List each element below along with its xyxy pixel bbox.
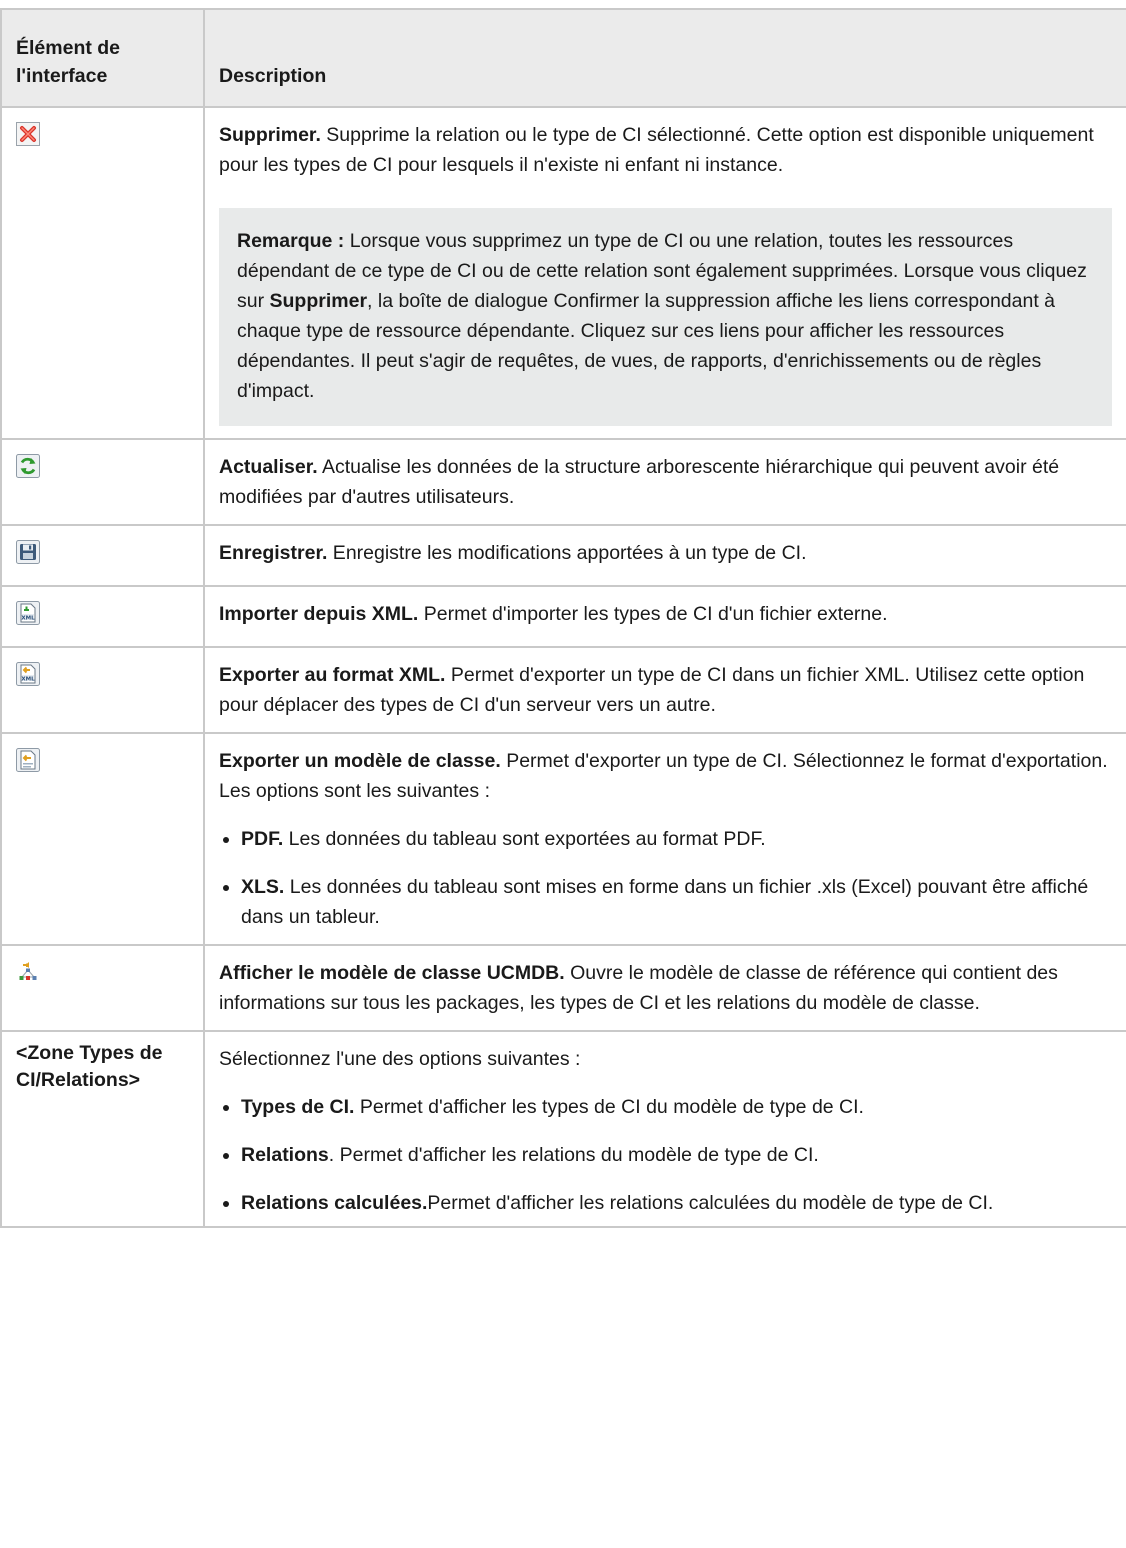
- show-model-description: Afficher le modèle de classe UCMDB. Ouvr…: [203, 944, 1126, 1032]
- refresh-icon[interactable]: [16, 454, 40, 478]
- delete-text: Supprime la relation ou le type de CI sé…: [219, 124, 1094, 176]
- list-item: Relations calculées.Permet d'afficher le…: [219, 1188, 1112, 1218]
- zone-options-list: Types de CI. Permet d'afficher les types…: [219, 1092, 1112, 1218]
- option-label: XLS.: [241, 876, 285, 898]
- option-text: Permet d'afficher les types de CI du mod…: [354, 1096, 864, 1118]
- import-xml-icon[interactable]: XML: [16, 601, 40, 625]
- list-item: XLS. Les données du tableau sont mises e…: [219, 872, 1112, 932]
- export-model-title: Exporter un modèle de classe.: [219, 750, 501, 772]
- delete-x-icon[interactable]: [16, 122, 40, 146]
- svg-text:XML: XML: [21, 615, 35, 621]
- table-row: Afficher le modèle de classe UCMDB. Ouvr…: [0, 944, 1126, 1032]
- show-model-title: Afficher le modèle de classe UCMDB.: [219, 962, 565, 984]
- option-label: Relations: [241, 1144, 329, 1166]
- save-title: Enregistrer.: [219, 542, 328, 564]
- refresh-text: Actualise les données de la structure ar…: [219, 456, 1060, 508]
- table-row: Enregistrer. Enregistre les modification…: [0, 524, 1126, 587]
- option-label: Relations calculées.: [241, 1192, 428, 1214]
- header-ui-element: Élément de l'interface: [0, 8, 205, 108]
- note-bold: Supprimer: [269, 290, 368, 312]
- export-xml-description: Exporter au format XML. Permet d'exporte…: [203, 646, 1126, 734]
- save-text: Enregistre les modifications apportées à…: [327, 542, 807, 564]
- export-xml-icon[interactable]: XML: [16, 662, 40, 686]
- import-xml-description: Importer depuis XML. Permet d'importer l…: [203, 585, 1126, 648]
- class-model-icon[interactable]: [16, 960, 40, 984]
- zone-label: <Zone Types de CI/Relations>: [0, 1030, 205, 1228]
- note-label: Remarque :: [237, 230, 345, 252]
- refresh-description: Actualiser. Actualise les données de la …: [203, 438, 1126, 526]
- delete-description: Supprimer. Supprime la relation ou le ty…: [203, 106, 1126, 440]
- export-xml-title: Exporter au format XML.: [219, 664, 446, 686]
- option-text: Les données du tableau sont mises en for…: [241, 876, 1089, 928]
- table-row: XML Importer depuis XML. Permet d'import…: [0, 585, 1126, 648]
- zone-intro: Sélectionnez l'une des options suivantes…: [219, 1048, 581, 1070]
- delete-note: Remarque : Lorsque vous supprimez un typ…: [219, 208, 1112, 426]
- import-xml-title: Importer depuis XML.: [219, 603, 419, 625]
- option-text: Les données du tableau sont exportées au…: [283, 828, 766, 850]
- option-text: . Permet d'afficher les relations du mod…: [328, 1144, 819, 1166]
- list-item: Types de CI. Permet d'afficher les types…: [219, 1092, 1112, 1122]
- table-row: Supprimer. Supprime la relation ou le ty…: [0, 106, 1126, 440]
- table-row: Actualiser. Actualise les données de la …: [0, 438, 1126, 526]
- import-xml-text: Permet d'importer les types de CI d'un f…: [418, 603, 888, 625]
- list-item: PDF. Les données du tableau sont exporté…: [219, 824, 1112, 854]
- delete-title: Supprimer.: [219, 124, 321, 146]
- refresh-title: Actualiser.: [219, 456, 318, 478]
- save-description: Enregistrer. Enregistre les modification…: [203, 524, 1126, 587]
- export-class-model-icon[interactable]: [16, 748, 40, 772]
- option-text: Permet d'afficher les relations calculée…: [427, 1192, 994, 1214]
- zone-description: Sélectionnez l'une des options suivantes…: [203, 1030, 1126, 1228]
- list-item: Relations. Permet d'afficher les relatio…: [219, 1140, 1112, 1170]
- table-row: XML Exporter au format XML. Permet d'exp…: [0, 646, 1126, 734]
- export-format-list: PDF. Les données du tableau sont exporté…: [219, 824, 1112, 932]
- option-label: Types de CI.: [241, 1096, 355, 1118]
- table-header-row: Élément de l'interface Description: [0, 8, 1126, 108]
- header-description: Description: [203, 8, 1126, 108]
- table-row: <Zone Types de CI/Relations> Sélectionne…: [0, 1030, 1126, 1228]
- ui-elements-table: Élément de l'interface Description Suppr…: [0, 8, 1126, 1228]
- export-model-description: Exporter un modèle de classe. Permet d'e…: [203, 732, 1126, 946]
- svg-text:XML: XML: [21, 676, 35, 682]
- table-row: Exporter un modèle de classe. Permet d'e…: [0, 732, 1126, 946]
- save-disk-icon[interactable]: [16, 540, 40, 564]
- option-label: PDF.: [241, 828, 284, 850]
